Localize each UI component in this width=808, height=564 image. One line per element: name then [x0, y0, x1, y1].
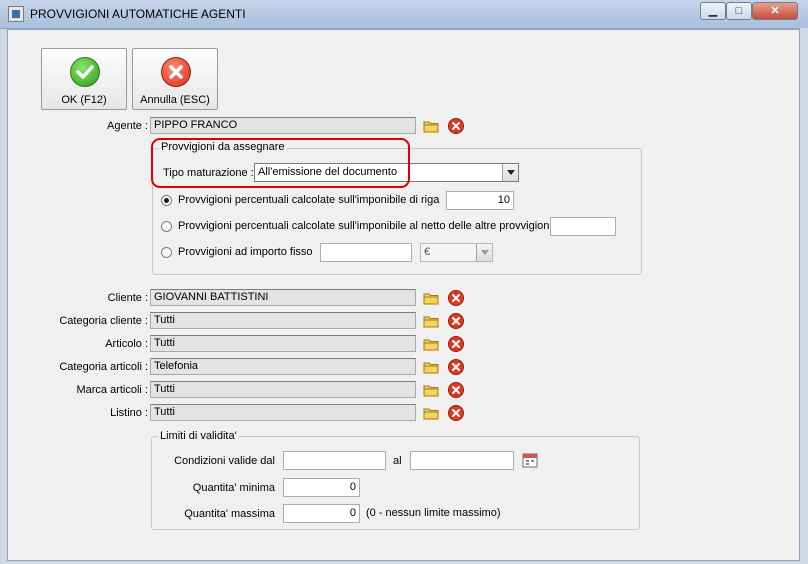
- radio-fixed-amount[interactable]: [161, 247, 172, 258]
- article-label: Articolo :: [105, 338, 148, 350]
- brand-field[interactable]: Tutti: [150, 381, 416, 398]
- maximize-button[interactable]: □: [726, 2, 752, 20]
- radio-percent-net-label: Provvigioni percentuali calcolate sull'i…: [178, 220, 552, 232]
- maturation-type-select[interactable]: All'emissione del documento: [254, 163, 519, 182]
- customer-label: Cliente :: [107, 292, 148, 304]
- radio-percent-line[interactable]: [161, 195, 172, 206]
- max-qty-input[interactable]: 0: [283, 504, 360, 523]
- percent-net-input[interactable]: [550, 217, 616, 236]
- customer-category-folder-icon[interactable]: [422, 312, 440, 330]
- cancel-icon: [161, 57, 191, 87]
- customer-folder-icon[interactable]: [422, 289, 440, 307]
- validity-group-title: Limiti di validita': [158, 430, 239, 442]
- currency-value: €: [424, 246, 431, 258]
- price-list-label: Listino :: [110, 407, 148, 419]
- agent-clear-icon[interactable]: [447, 117, 465, 135]
- min-qty-label: Quantita' minima: [192, 482, 275, 494]
- chevron-down-icon[interactable]: [476, 244, 492, 261]
- brand-folder-icon[interactable]: [422, 381, 440, 399]
- brand-clear-icon[interactable]: [447, 381, 465, 399]
- article-category-field[interactable]: Telefonia: [150, 358, 416, 375]
- min-qty-input[interactable]: 0: [283, 478, 360, 497]
- minimize-button[interactable]: ▁: [700, 2, 726, 20]
- article-folder-icon[interactable]: [422, 335, 440, 353]
- window-title: PROVVIGIONI AUTOMATICHE AGENTI: [30, 7, 246, 21]
- customer-field[interactable]: GIOVANNI BATTISTINI: [150, 289, 416, 306]
- customer-clear-icon[interactable]: [447, 289, 465, 307]
- percent-line-input[interactable]: 10: [446, 191, 514, 210]
- close-button[interactable]: ✕: [752, 2, 798, 20]
- brand-label: Marca articoli :: [76, 384, 148, 396]
- price-list-folder-icon[interactable]: [422, 404, 440, 422]
- app-icon: [8, 6, 24, 22]
- article-category-folder-icon[interactable]: [422, 358, 440, 376]
- fixed-amount-input[interactable]: [320, 243, 412, 262]
- valid-to-label: al: [393, 455, 402, 467]
- agent-field[interactable]: PIPPO FRANCO: [150, 117, 416, 134]
- valid-from-label: Condizioni valide dal: [174, 455, 275, 467]
- ok-button-label: OK (F12): [61, 94, 107, 106]
- radio-fixed-amount-label: Provvigioni ad importo fisso: [178, 246, 313, 258]
- article-clear-icon[interactable]: [447, 335, 465, 353]
- radio-percent-line-label: Provvigioni percentuali calcolate sull'i…: [178, 194, 440, 206]
- commission-group-title: Provvigioni da assegnare: [159, 141, 287, 153]
- radio-percent-net[interactable]: [161, 221, 172, 232]
- price-list-clear-icon[interactable]: [447, 404, 465, 422]
- cancel-button-label: Annulla (ESC): [140, 94, 210, 106]
- article-category-label: Categoria articoli :: [59, 361, 148, 373]
- maturation-type-label: Tipo maturazione :: [163, 167, 254, 179]
- agent-label: Agente :: [107, 120, 148, 132]
- customer-category-label: Categoria cliente :: [59, 315, 148, 327]
- article-category-clear-icon[interactable]: [447, 358, 465, 376]
- maturation-type-value: All'emissione del documento: [258, 166, 398, 178]
- window-frame-right: [800, 28, 808, 564]
- currency-select[interactable]: €: [420, 243, 493, 262]
- cancel-button[interactable]: Annulla (ESC): [132, 48, 218, 110]
- max-qty-note: (0 - nessun limite massimo): [366, 507, 501, 519]
- max-qty-label: Quantita' massima: [184, 508, 275, 520]
- chevron-down-icon[interactable]: [502, 164, 518, 181]
- article-field[interactable]: Tutti: [150, 335, 416, 352]
- price-list-field[interactable]: Tutti: [150, 404, 416, 421]
- ok-button[interactable]: OK (F12): [41, 48, 127, 110]
- calendar-icon[interactable]: [521, 451, 539, 469]
- valid-to-input[interactable]: [410, 451, 514, 470]
- agent-folder-icon[interactable]: [422, 117, 440, 135]
- customer-category-clear-icon[interactable]: [447, 312, 465, 330]
- valid-from-input[interactable]: [283, 451, 386, 470]
- check-icon: [70, 57, 100, 87]
- customer-category-field[interactable]: Tutti: [150, 312, 416, 329]
